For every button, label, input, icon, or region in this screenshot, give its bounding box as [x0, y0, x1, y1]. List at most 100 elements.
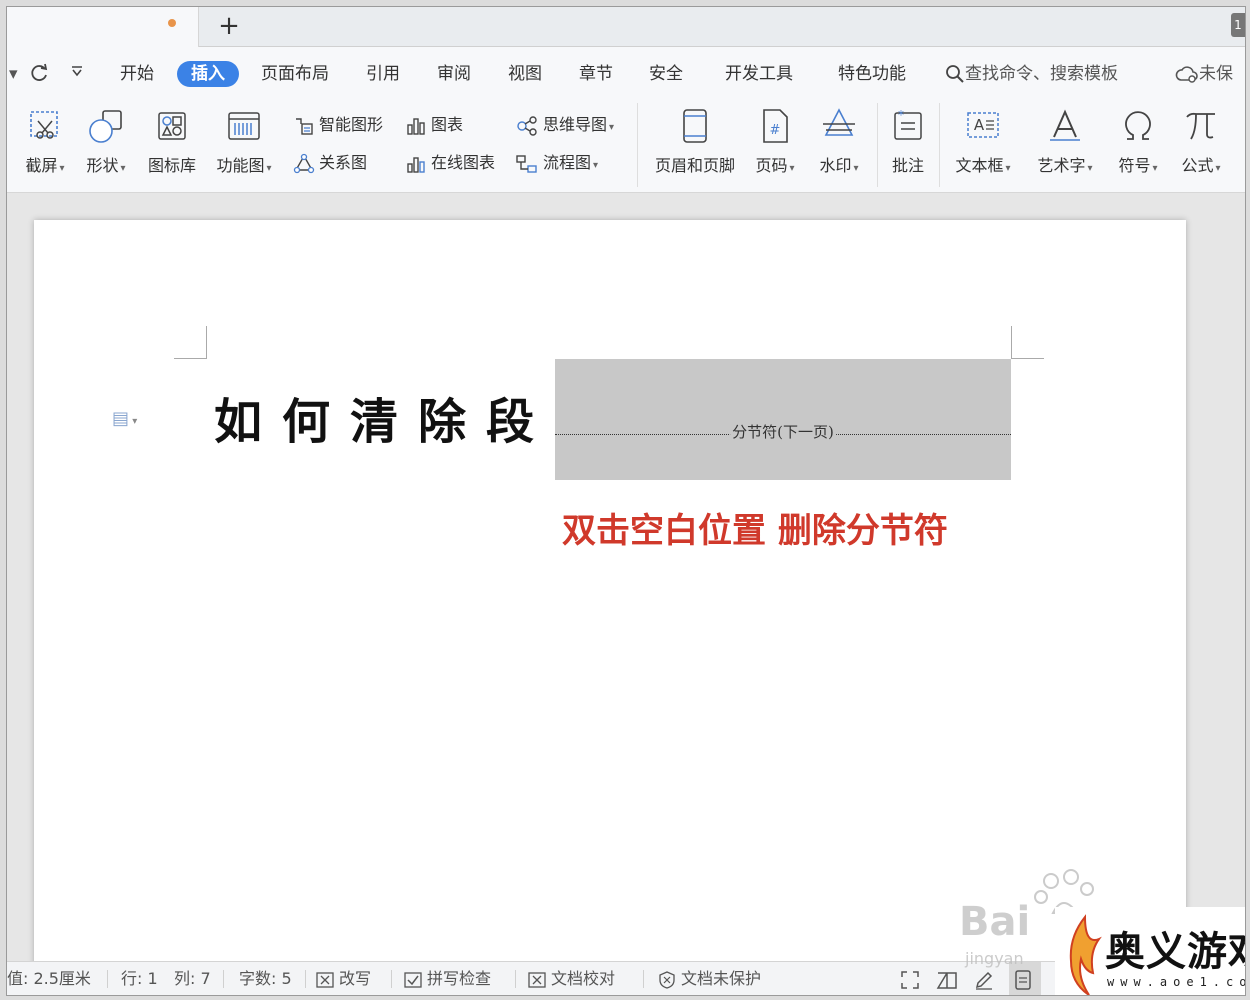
fullscreen-button[interactable]	[899, 962, 925, 995]
chart-icon	[407, 117, 425, 135]
status-column[interactable]: 列: 7	[174, 962, 211, 995]
online-chart-button[interactable]: 在线图表	[405, 149, 495, 177]
page-number-button[interactable]: # 页码 ▾	[749, 97, 801, 193]
mind-map-button[interactable]: 思维导图 ▾	[515, 111, 614, 139]
header-footer-button[interactable]: 页眉和页脚	[647, 97, 743, 193]
smart-graphic-button[interactable]: 智能图形	[293, 111, 383, 139]
baidu-watermark-text: Bai	[959, 899, 1031, 945]
document-page[interactable]: ▤ ▾ 如何清除段 分节符(下一页) 双击空白位置 删除分节符	[34, 220, 1186, 980]
header-footer-icon	[683, 109, 707, 143]
search-icon	[946, 65, 964, 83]
shape-button[interactable]: 形状 ▾	[79, 97, 133, 193]
margin-corner-top-right	[1011, 326, 1044, 359]
formula-button[interactable]: 公式 ▾	[1173, 97, 1229, 193]
symbol-button[interactable]: 符号 ▾	[1111, 97, 1165, 193]
symbol-label: 符号	[1118, 156, 1151, 175]
overwrite-label: 改写	[339, 969, 372, 988]
overwrite-icon	[316, 971, 334, 988]
function-chart-icon	[228, 112, 260, 140]
menu-developer[interactable]: 开发工具	[725, 61, 793, 87]
proofread-button[interactable]: 文档校对	[527, 962, 615, 995]
document-tab[interactable]	[7, 7, 199, 47]
smart-graphic-icon	[296, 117, 313, 135]
document-title-text[interactable]: 如何清除段	[214, 382, 554, 452]
header-footer-label: 页眉和页脚	[654, 156, 735, 175]
pi-icon	[1186, 112, 1215, 140]
screenshot-label: 截屏	[25, 156, 58, 175]
proofread-icon	[528, 971, 546, 988]
screenshot-button[interactable]: 截屏 ▾	[15, 97, 75, 193]
relation-chart-button[interactable]: 关系图	[293, 149, 367, 177]
redo-icon[interactable]	[29, 61, 51, 91]
relation-chart-label: 关系图	[319, 153, 368, 172]
relation-chart-icon	[293, 153, 315, 173]
word-art-label: 艺术字	[1037, 156, 1086, 175]
icon-library-icon	[158, 112, 186, 140]
menu-insert[interactable]: 插入	[177, 61, 239, 87]
cloud-save-status[interactable]: 未保	[1175, 61, 1233, 87]
section-break-label: 分节符(下一页)	[730, 421, 836, 442]
icon-library-button[interactable]: 图标库	[141, 97, 203, 193]
menu-review[interactable]: 审阅	[437, 61, 471, 87]
comment-label: 批注	[891, 156, 924, 175]
ribbon-separator	[637, 103, 638, 187]
svg-text:*: *	[898, 108, 904, 122]
text-box-button[interactable]: A 文本框 ▾	[947, 97, 1019, 193]
menu-section[interactable]: 章节	[579, 61, 613, 87]
document-protection-status[interactable]: 文档未保护	[657, 962, 761, 995]
new-tab-button[interactable]: +	[214, 11, 244, 41]
chart-button[interactable]: 图表	[405, 111, 463, 139]
menu-security[interactable]: 安全	[649, 61, 683, 87]
flowchart-button[interactable]: 流程图 ▾	[515, 149, 598, 177]
menu-home[interactable]: 开始	[120, 61, 154, 87]
paragraph-menu-icon[interactable]: ▤ ▾	[112, 408, 137, 429]
flowchart-label: 流程图	[543, 153, 592, 172]
cloud-icon	[1175, 66, 1198, 83]
menu-view[interactable]: 视图	[508, 61, 542, 87]
spell-check-button[interactable]: 拼写检查	[403, 962, 492, 995]
screenshot-icon	[30, 111, 58, 139]
site-watermark-name: 奥义游戏网	[1105, 928, 1245, 975]
menu-page-layout[interactable]: 页面布局	[261, 61, 329, 87]
word-art-button[interactable]: 艺术字 ▾	[1029, 97, 1101, 193]
icon-library-label: 图标库	[147, 156, 196, 175]
command-search[interactable]: 查找命令、搜索模板	[945, 61, 1118, 87]
comment-button[interactable]: * 批注	[883, 97, 933, 193]
window-count-badge: 1	[1231, 13, 1245, 37]
mind-map-label: 思维导图	[543, 115, 608, 134]
instruction-annotation: 双击空白位置 删除分节符	[562, 511, 948, 551]
spell-check-label: 拼写检查	[427, 969, 492, 988]
formula-label: 公式	[1181, 156, 1214, 175]
overwrite-toggle[interactable]: 改写	[315, 962, 372, 995]
book-icon	[936, 971, 957, 989]
customize-toolbar-icon[interactable]	[69, 61, 85, 87]
menu-features[interactable]: 特色功能	[838, 61, 906, 87]
baidu-watermark-subtext: jingyan	[965, 949, 1024, 968]
status-row[interactable]: 行: 1	[121, 962, 158, 995]
section-break-selection[interactable]: 分节符(下一页)	[555, 359, 1011, 480]
tab-strip: + 1	[7, 7, 1245, 47]
status-setting-value[interactable]: 值: 2.5厘米	[7, 962, 91, 995]
command-search-label: 查找命令、搜索模板	[965, 64, 1118, 84]
text-box-icon: A	[967, 112, 999, 138]
menu-references[interactable]: 引用	[366, 61, 400, 87]
flowchart-icon	[516, 154, 537, 173]
watermark-label: 水印	[819, 156, 852, 175]
document-area[interactable]: ▤ ▾ 如何清除段 分节符(下一页) 双击空白位置 删除分节符	[7, 193, 1245, 980]
insert-ribbon: 截屏 ▾ 形状 ▾ 图标库 功能图 ▾ 智能图形 图表 思维导图 ▾ 关系图 在…	[7, 97, 1245, 193]
function-chart-button[interactable]: 功能图 ▾	[211, 97, 277, 193]
site-watermark: 奥义游戏网 www.aoe1.com	[1055, 907, 1245, 995]
margin-corner-top-left	[174, 326, 207, 359]
svg-text:#: #	[770, 123, 781, 138]
status-word-count[interactable]: 字数: 5	[239, 962, 292, 995]
chart-label: 图表	[431, 115, 464, 134]
quick-access-arrow-icon[interactable]: ▾	[9, 61, 18, 87]
status-separator	[391, 970, 392, 988]
shape-label: 形状	[86, 156, 119, 175]
online-chart-icon	[407, 156, 425, 173]
app-window: + 1 ▾ 开始 插入 页面布局 引用 审阅 视图 章节 安全 开发工具 特色功…	[6, 6, 1246, 996]
status-separator	[643, 970, 644, 988]
text-box-label: 文本框	[955, 156, 1004, 175]
cloud-save-label: 未保	[1199, 64, 1233, 84]
watermark-button[interactable]: 水印 ▾	[811, 97, 867, 193]
